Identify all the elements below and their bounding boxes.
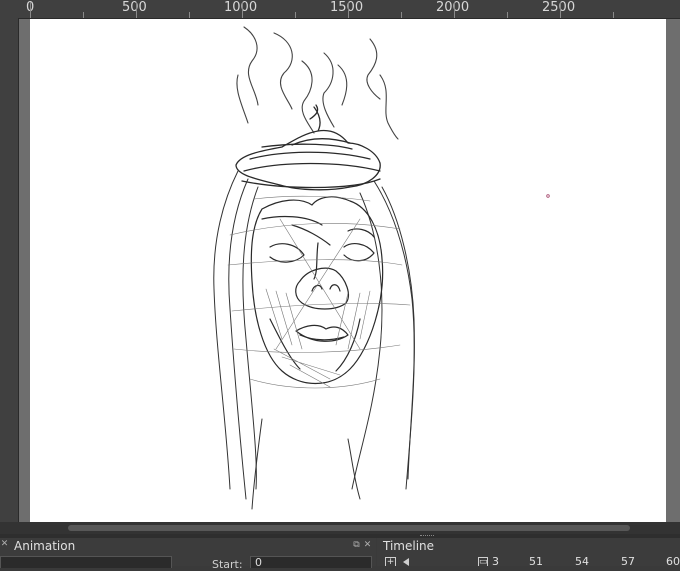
frame-number[interactable]: 3 [492, 556, 499, 568]
face-lines [250, 196, 384, 385]
frame-number[interactable]: 60 [666, 556, 680, 568]
previous-frame-icon[interactable] [403, 558, 409, 566]
ruler-minor-tick [401, 12, 402, 18]
ruler-minor-tick [189, 12, 190, 18]
animation-dropdown[interactable] [0, 556, 172, 568]
ruler-minor-tick [295, 12, 296, 18]
ruler-label: 2500 [542, 0, 576, 15]
ruler-label: 2000 [436, 0, 470, 15]
add-layer-icon[interactable]: + [385, 557, 396, 567]
sketch-artwork [213, 26, 550, 510]
close-icon[interactable]: ✕ [0, 540, 9, 549]
frame-number[interactable]: 54 [575, 556, 589, 568]
animation-docker: ✕ Animation Start: 0 [0, 538, 376, 571]
stray-mark [546, 194, 550, 198]
float-icon[interactable]: ⧉ [352, 541, 361, 550]
ruler-major-tick [30, 2, 31, 18]
ruler-minor-tick [507, 12, 508, 18]
ruler-major-tick [560, 2, 561, 18]
frame-number[interactable]: 57 [621, 556, 635, 568]
ruler-major-tick [454, 2, 455, 18]
swirl-hat [235, 104, 381, 191]
ruler-label: 500 [122, 0, 147, 15]
smoke-wisps [236, 26, 399, 140]
timeline-docker-title: Timeline [383, 539, 435, 553]
horizontal-ruler: 0 500 1000 1500 2000 2500 [0, 0, 680, 19]
ruler-major-tick [242, 2, 243, 18]
horizontal-scrollbar[interactable] [0, 522, 680, 534]
frame-number[interactable]: 51 [529, 556, 543, 568]
close-icon[interactable]: ✕ [363, 541, 372, 550]
animation-docker-title: Animation [14, 539, 76, 553]
ruler-major-tick [348, 2, 349, 18]
scrollbar-thumb[interactable] [68, 525, 630, 531]
layer-menu-icon[interactable]: ▭ [478, 557, 488, 567]
ruler-minor-tick [613, 12, 614, 18]
start-frame-input[interactable]: 0 [250, 556, 372, 569]
ruler-major-tick [136, 2, 137, 18]
ruler-label: 1500 [330, 0, 364, 15]
vertical-ruler [0, 18, 19, 522]
drawing-canvas[interactable] [30, 19, 666, 522]
ruler-minor-tick [83, 12, 84, 18]
start-label: Start: [212, 558, 243, 571]
ruler-label: 1000 [224, 0, 258, 15]
